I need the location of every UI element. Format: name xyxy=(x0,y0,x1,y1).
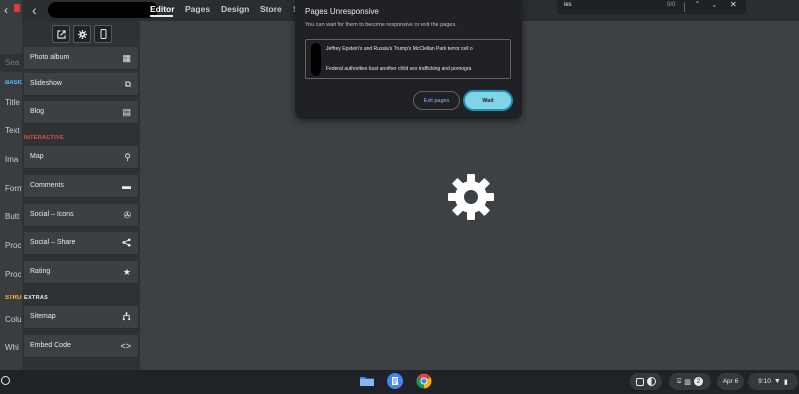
strip-heading-basic: BASIC xyxy=(5,80,22,86)
find-match-count: 0/0 xyxy=(667,2,676,8)
panel-item-label: Blog xyxy=(30,108,45,115)
panel-item-embed-code[interactable]: Embed Code <> xyxy=(24,335,138,358)
half-circle-icon xyxy=(647,377,656,386)
wait-button[interactable]: Wait xyxy=(463,90,513,111)
tray-pill-media[interactable] xyxy=(630,373,662,390)
slideshow-icon: ⧉ xyxy=(124,79,131,89)
panel-item-map[interactable]: Map ⚲ xyxy=(24,146,138,169)
tab-editor[interactable]: Editor xyxy=(150,4,175,14)
panel-item-sitemap[interactable]: Sitemap xyxy=(24,306,138,329)
settings-gear-icon[interactable] xyxy=(73,25,91,43)
tray-pill-notifications[interactable]: ⌺ ▥ 2 xyxy=(669,373,711,390)
strip-item[interactable]: Colu xyxy=(0,315,22,324)
status-tray[interactable]: 9:10 ▼ ▮ xyxy=(748,373,798,390)
panel-item-label: Social – Icons xyxy=(30,211,74,218)
pages-unresponsive-dialog: Pages Unresponsive You can wait for them… xyxy=(295,0,522,119)
grid-icon: ▦ xyxy=(122,53,131,63)
panel-item-social-icons[interactable]: Social – Icons ✇ xyxy=(24,204,138,227)
panel-item-slideshow[interactable]: Slideshow ⧉ xyxy=(24,73,138,96)
map-pin-icon: ⚲ xyxy=(124,152,131,162)
redacted-favicons xyxy=(311,43,321,76)
find-close-icon[interactable]: ✕ xyxy=(730,0,737,9)
sitemap-icon xyxy=(122,312,131,323)
strip-item[interactable]: Whi xyxy=(0,343,22,352)
find-next-icon[interactable]: ⌄ xyxy=(711,0,718,9)
back-arrow-icon[interactable]: ‹ xyxy=(4,3,8,17)
share-icon xyxy=(122,238,131,249)
mobile-view-icon[interactable] xyxy=(94,25,112,43)
blog-icon: ▤ xyxy=(122,107,131,117)
comment-icon: ▬ xyxy=(122,181,131,191)
docs-app-icon[interactable] xyxy=(387,373,403,389)
strip-item[interactable]: Text xyxy=(0,126,22,135)
tab-pages[interactable]: Pages xyxy=(185,4,210,14)
panel-item-label: Social – Share xyxy=(30,239,76,246)
battery-icon: ▮ xyxy=(783,378,788,386)
find-input[interactable]: ies xyxy=(564,2,572,8)
chromeos-shelf: ⌺ ▥ 2 Apr 6 9:10 ▼ ▮ xyxy=(0,370,799,394)
panel-item-photo-album[interactable]: Photo album ▦ xyxy=(24,47,138,70)
dialog-message: You can wait for them to become responsi… xyxy=(305,22,457,28)
strip-item[interactable]: Proc xyxy=(0,270,22,279)
wifi-icon: ▼ xyxy=(773,378,781,385)
section-heading-extras: EXTRAS xyxy=(24,295,49,301)
unresponsive-page-item: Jeffrey Epstein's and Russia's Trump's M… xyxy=(326,46,473,52)
left-element-strip: ‹ Sea BASIC Title Text Ima Form Butt Pro… xyxy=(0,0,22,370)
panel-item-label: Comments xyxy=(30,182,64,189)
dialog-title: Pages Unresponsive xyxy=(305,7,379,16)
strip-item[interactable]: Title xyxy=(0,98,22,107)
unresponsive-page-item: Federal authorities bust another child s… xyxy=(326,66,472,72)
code-icon: <> xyxy=(120,341,131,351)
date-tray[interactable]: Apr 6 xyxy=(717,373,744,390)
panel-item-rating[interactable]: Rating ★ xyxy=(24,261,138,284)
strip-item[interactable]: Proc xyxy=(0,241,22,250)
active-tab-indicator xyxy=(150,15,173,17)
red-indicator xyxy=(14,4,20,12)
date-label: Apr 6 xyxy=(722,378,739,385)
find-divider xyxy=(684,2,685,12)
panel-item-comments[interactable]: Comments ▬ xyxy=(24,175,138,198)
star-icon: ★ xyxy=(122,267,131,277)
find-previous-icon[interactable]: ⌃ xyxy=(694,0,701,9)
redacted-site-title xyxy=(48,2,158,18)
strip-item[interactable]: Form xyxy=(0,184,22,193)
strip-search-input[interactable]: Sea xyxy=(0,54,22,72)
find-in-page-bar: ies 0/0 ⌃ ⌄ ✕ xyxy=(557,0,746,14)
panel-item-label: Sitemap xyxy=(30,313,56,320)
unresponsive-page-list: Jeffrey Epstein's and Russia's Trump's M… xyxy=(305,39,511,79)
panel-item-label: Slideshow xyxy=(30,80,62,87)
exit-pages-button[interactable]: Exit pages xyxy=(413,91,460,110)
clipboard-icon: ⌺ xyxy=(677,377,682,385)
panel-toolbar xyxy=(52,25,112,43)
panel-item-blog[interactable]: Blog ▤ xyxy=(24,101,138,124)
tab-design[interactable]: Design xyxy=(221,4,249,14)
time-label: 9:10 xyxy=(758,378,771,385)
strip-item[interactable]: Ima xyxy=(0,155,22,164)
chrome-app-icon[interactable] xyxy=(416,373,432,389)
tab-store[interactable]: Store xyxy=(260,4,282,14)
loading-gear-icon xyxy=(445,171,497,223)
back-chevron-icon[interactable]: ‹ xyxy=(32,2,37,18)
files-app-icon[interactable] xyxy=(359,373,375,389)
elements-panel: Photo album ▦ Slideshow ⧉ Blog ▤ INTERAC… xyxy=(22,21,140,370)
holding-space-icon: ▥ xyxy=(684,378,691,386)
panel-item-label: Map xyxy=(30,153,44,160)
stop-icon xyxy=(636,377,644,386)
social-icons-icon: ✇ xyxy=(123,210,131,220)
panel-item-label: Photo album xyxy=(30,54,70,61)
launcher-icon[interactable] xyxy=(1,376,10,385)
strip-heading-structure: STRUC xyxy=(5,295,22,301)
panel-item-label: Embed Code xyxy=(30,342,71,349)
panel-item-social-share[interactable]: Social – Share xyxy=(24,232,138,255)
external-link-icon[interactable] xyxy=(52,25,70,43)
notification-badge: 2 xyxy=(693,377,703,386)
panel-item-label: Rating xyxy=(30,268,51,275)
strip-item[interactable]: Butt xyxy=(0,212,22,221)
section-heading-interactive: INTERACTIVE xyxy=(24,135,64,141)
